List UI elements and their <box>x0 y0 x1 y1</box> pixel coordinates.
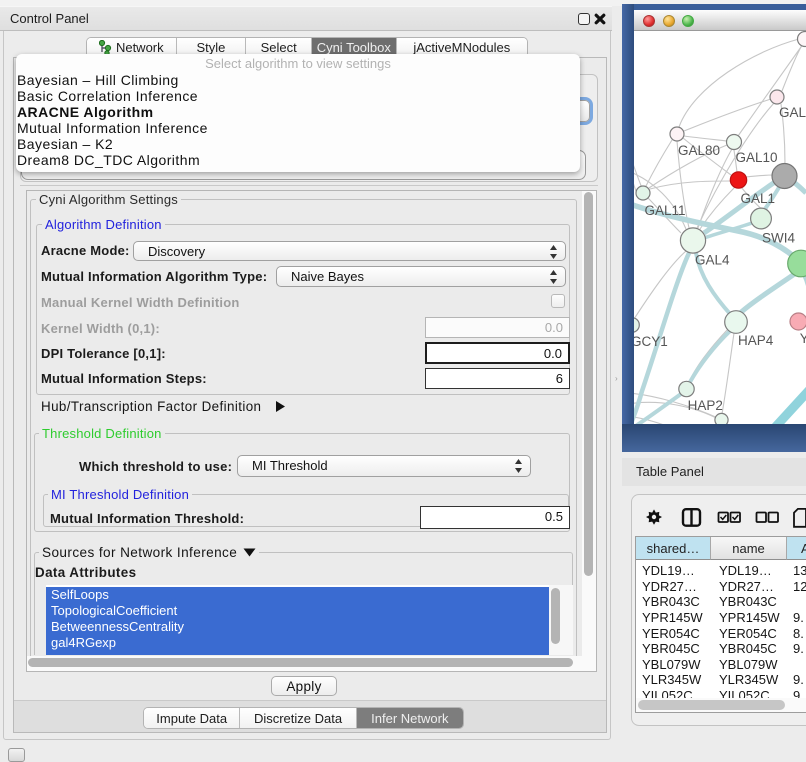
svg-text:GAL7: GAL7 <box>779 105 806 120</box>
svg-text:HAP4: HAP4 <box>738 333 774 348</box>
svg-text:GAL80: GAL80 <box>678 143 720 158</box>
svg-text:GAL11: GAL11 <box>645 203 686 218</box>
svg-text:GAL4: GAL4 <box>695 253 730 268</box>
svg-text:GAL10: GAL10 <box>736 150 778 165</box>
svg-text:SWI4: SWI4 <box>762 231 795 246</box>
svg-text:YJ: YJ <box>800 331 806 346</box>
svg-text:HAP2: HAP2 <box>688 398 723 413</box>
svg-text:GAL1: GAL1 <box>741 191 776 206</box>
svg-text:GCY1: GCY1 <box>634 334 668 349</box>
